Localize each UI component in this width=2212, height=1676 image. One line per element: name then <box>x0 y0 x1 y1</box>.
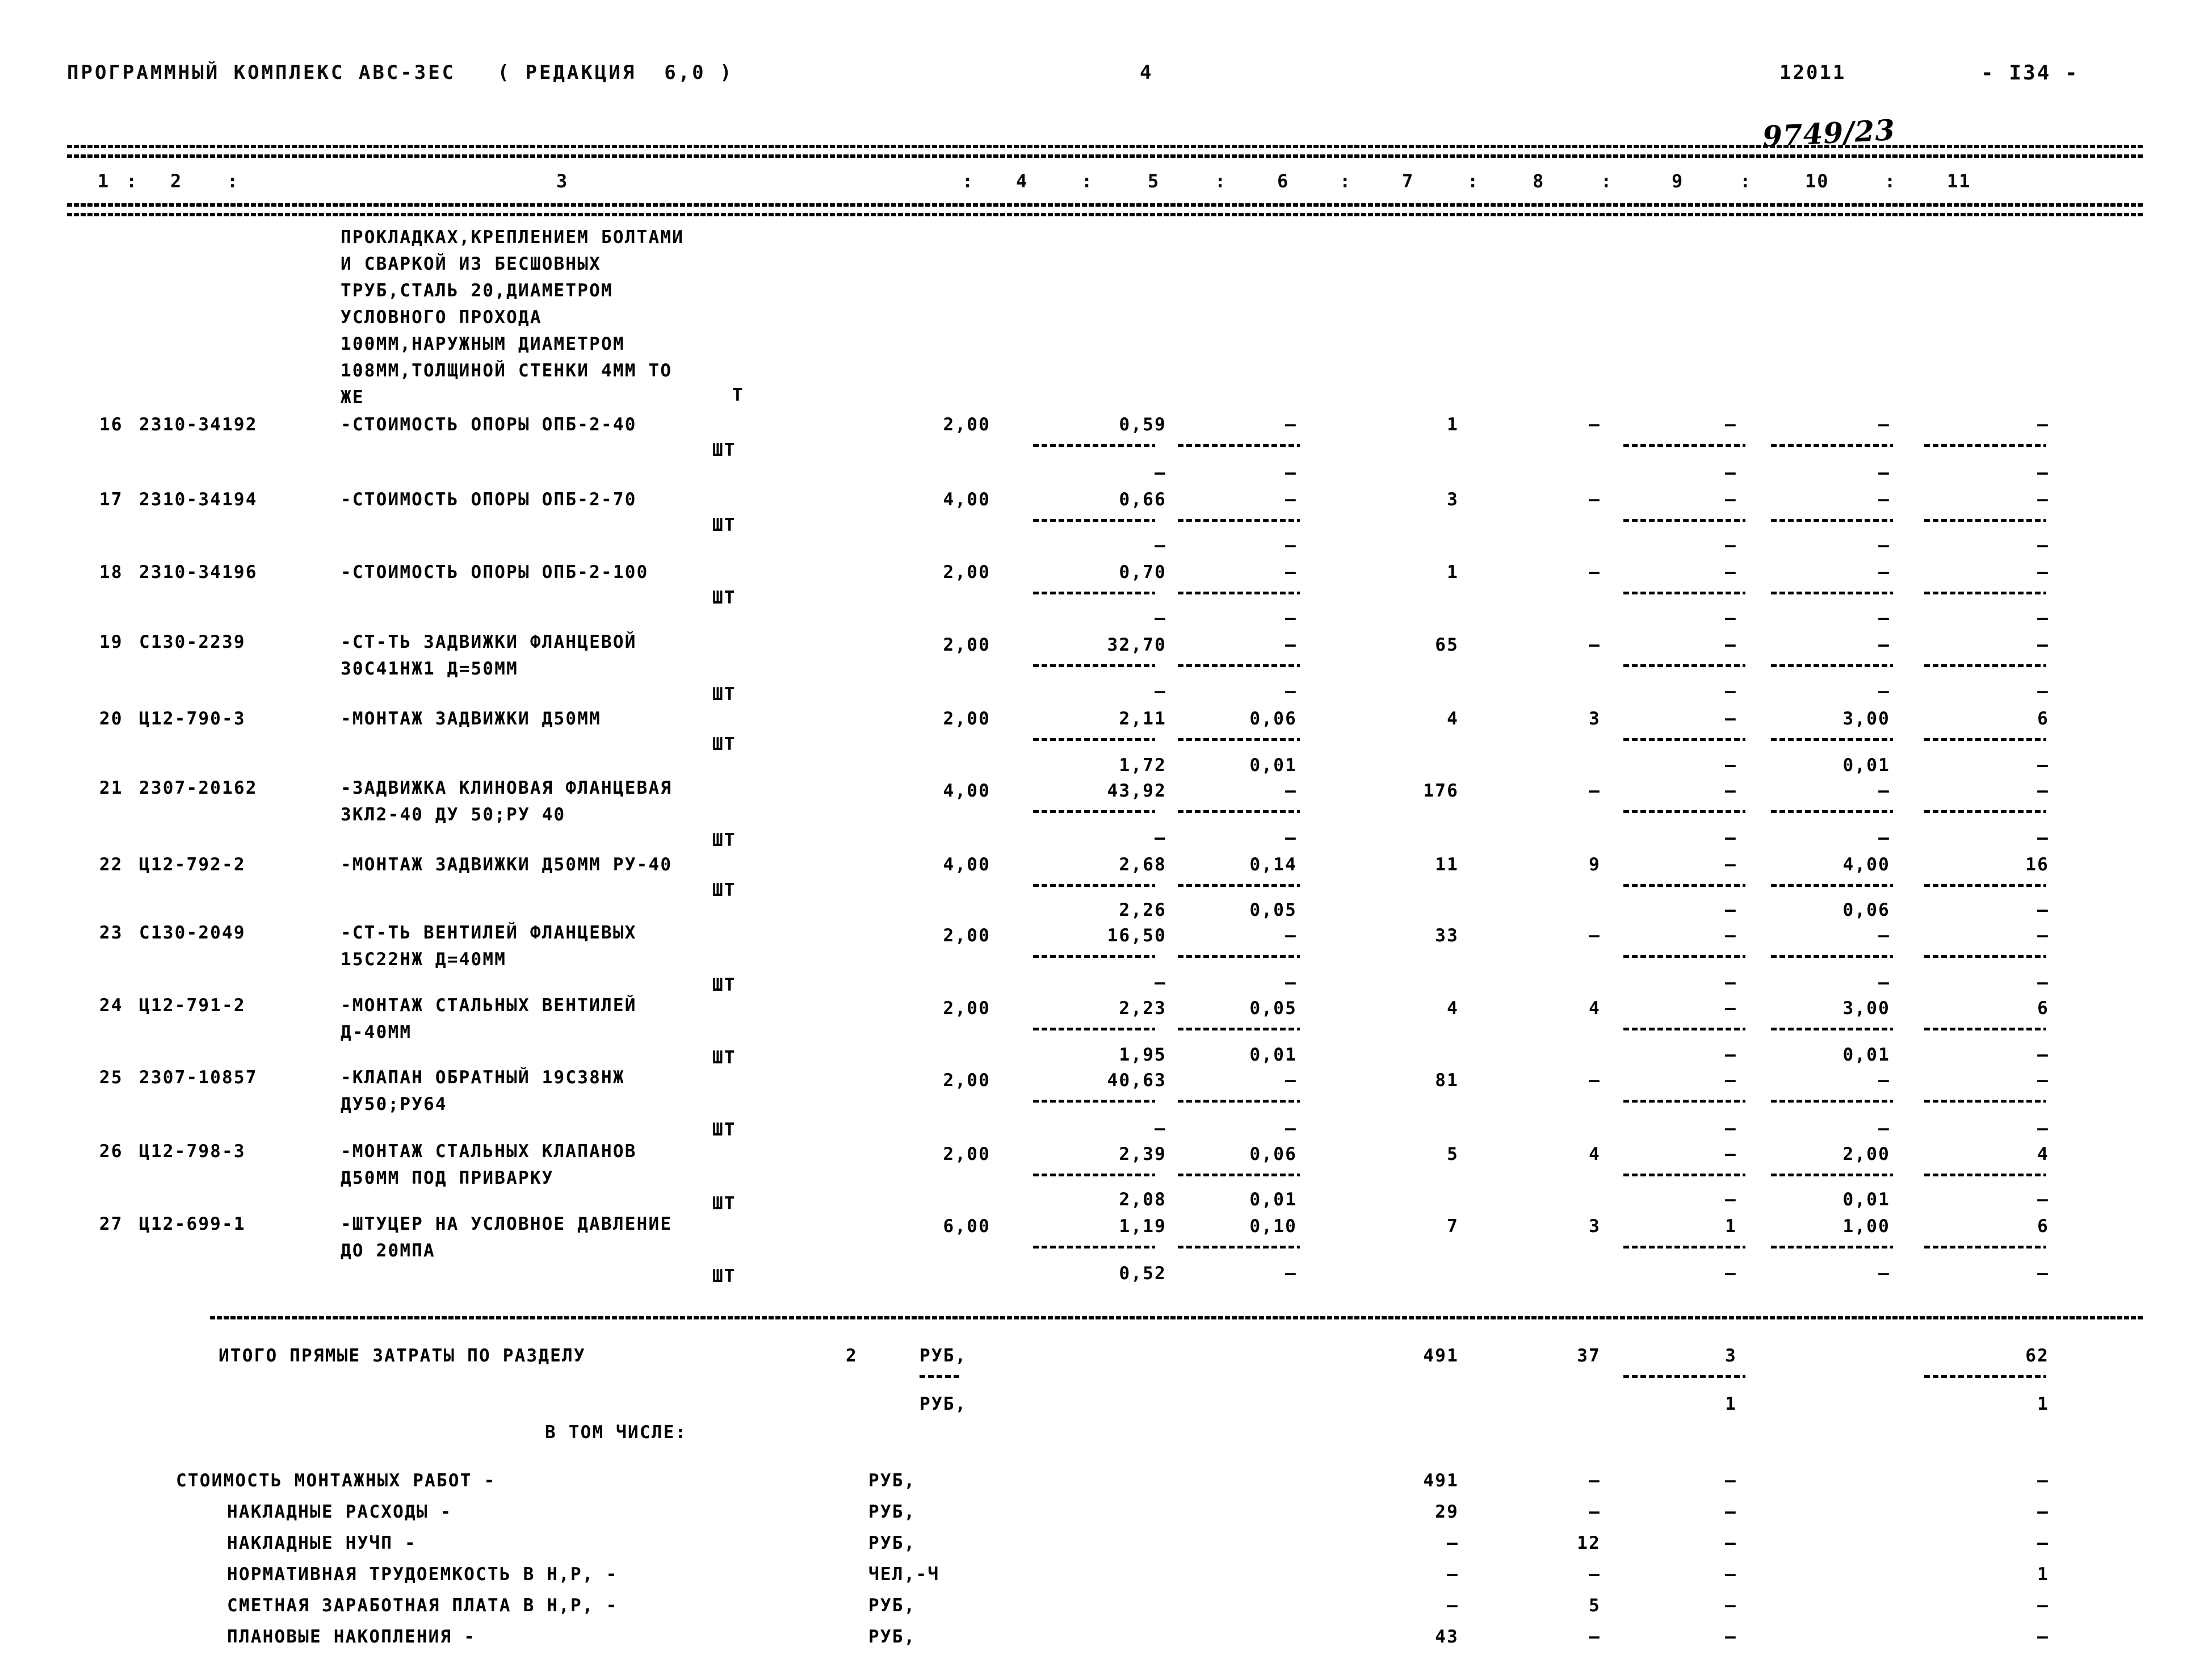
breakdown-label: НОРМАТИВНАЯ ТРУДОЕМКОСТЬ В Н,Р, - <box>227 1564 618 1585</box>
breakdown-label: НАКЛАДНЫЕ РАСХОДЫ - <box>227 1502 452 1522</box>
breakdown-col8: 12 <box>1577 1533 1601 1553</box>
totals-col11-second: 1 <box>2037 1394 2049 1414</box>
breakdown-col11: – <box>2037 1595 2049 1616</box>
breakdown-col8: – <box>1589 1627 1601 1647</box>
totals-col11: 62 <box>2025 1346 2049 1366</box>
totals-col9-second: 1 <box>1725 1394 1737 1414</box>
totals-separator-col9 <box>1623 1375 1745 1378</box>
breakdown-col9: – <box>1725 1564 1737 1585</box>
breakdown-col11: – <box>2037 1627 2049 1647</box>
breakdown-unit: РУБ, <box>868 1627 916 1647</box>
breakdown-label: СМЕТНАЯ ЗАРАБОТНАЯ ПЛАТА В Н,Р, - <box>227 1595 618 1616</box>
breakdown-col9: – <box>1725 1502 1737 1522</box>
breakdown-col11: – <box>2037 1470 2049 1491</box>
breakdown-unit: РУБ, <box>868 1502 916 1522</box>
breakdown-col9: – <box>1725 1627 1737 1647</box>
printout-page: ПРОГРАММНЫЙ КОМПЛЕКС АВС-3ЕС ( РЕДАКЦИЯ … <box>0 0 2212 1676</box>
in-which-label: В ТОМ ЧИСЛЕ: <box>545 1422 687 1443</box>
totals-unit-1: РУБ, <box>920 1346 967 1366</box>
totals-unit-2: РУБ, <box>920 1394 967 1414</box>
totals-label: ИТОГО ПРЯМЫЕ ЗАТРАТЫ ПО РАЗДЕЛУ <box>219 1346 586 1366</box>
totals-section-number: 2 <box>846 1346 858 1366</box>
breakdown-col7: – <box>1447 1533 1459 1553</box>
breakdown-col8: 5 <box>1589 1595 1601 1616</box>
breakdown-unit: ЧЕЛ,-Ч <box>868 1564 940 1585</box>
totals-rule-unit <box>920 1375 959 1378</box>
breakdown-col9: – <box>1725 1533 1737 1553</box>
breakdown-unit: РУБ, <box>868 1470 916 1491</box>
breakdown-col7: 43 <box>1435 1627 1459 1647</box>
breakdown-label: НАКЛАДНЫЕ НУЧП - <box>227 1533 417 1553</box>
totals-separator-col11 <box>1924 1375 2046 1378</box>
breakdown-label: СТОИМОСТЬ МОНТАЖНЫХ РАБОТ - <box>176 1470 496 1491</box>
breakdown-col8: – <box>1589 1470 1601 1491</box>
totals-col9: 3 <box>1725 1346 1737 1366</box>
breakdown-col9: – <box>1725 1470 1737 1491</box>
breakdown-col7: – <box>1447 1564 1459 1585</box>
totals-col8: 37 <box>1577 1346 1601 1366</box>
breakdown-unit: РУБ, <box>868 1533 916 1553</box>
breakdown-col8: – <box>1589 1564 1601 1585</box>
breakdown-label: ПЛАНОВЫЕ НАКОПЛЕНИЯ - <box>227 1627 476 1647</box>
breakdown-col7: 29 <box>1435 1502 1459 1522</box>
breakdown-col7: – <box>1447 1595 1459 1616</box>
totals-col7: 491 <box>1423 1346 1459 1366</box>
breakdown-unit: РУБ, <box>868 1595 916 1616</box>
totals-section: ИТОГО ПРЯМЫЕ ЗАТРАТЫ ПО РАЗДЕЛУ 2 РУБ, 491 3… <box>0 0 2212 1676</box>
breakdown-col11: – <box>2037 1533 2049 1553</box>
breakdown-col8: – <box>1589 1502 1601 1522</box>
breakdown-col11: 1 <box>2037 1564 2049 1585</box>
breakdown-col7: 491 <box>1423 1470 1459 1491</box>
breakdown-col11: – <box>2037 1502 2049 1522</box>
breakdown-col9: – <box>1725 1595 1737 1616</box>
